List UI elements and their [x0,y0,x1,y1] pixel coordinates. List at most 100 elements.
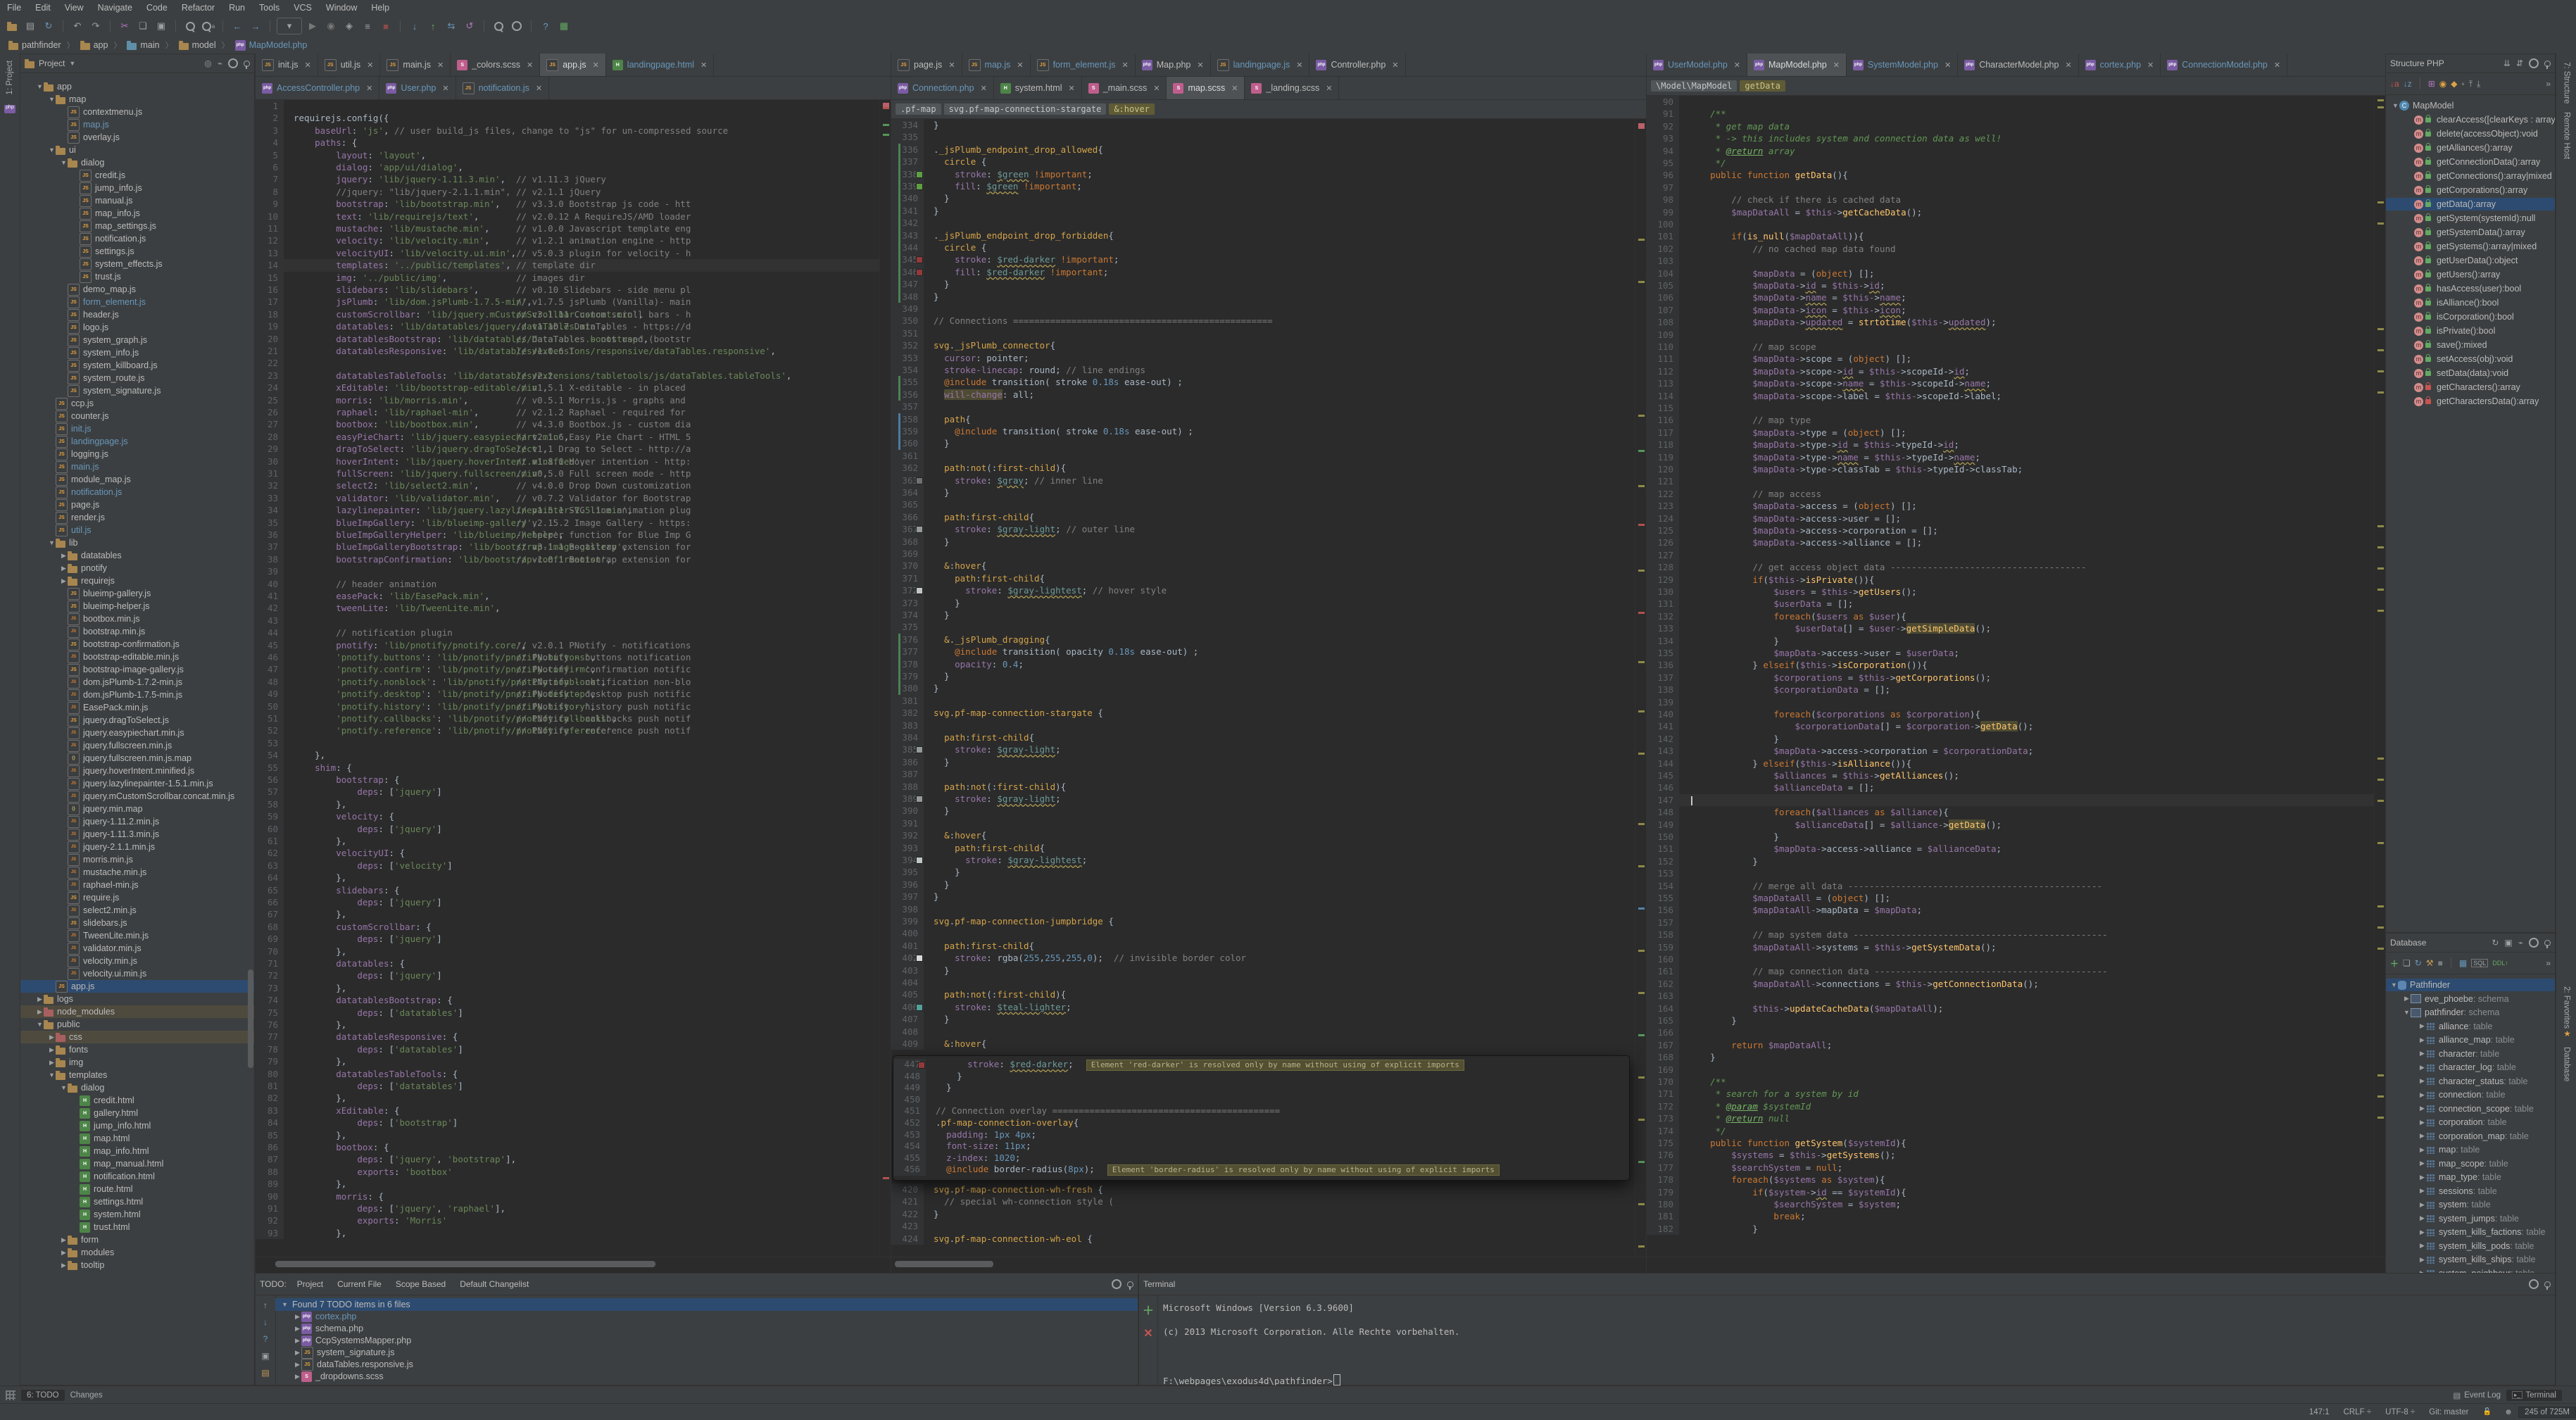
table-item[interactable]: ▶connection_scope: table [2386,1102,2555,1115]
toolwindow-button-6-todo[interactable]: 6: TODO [21,1390,65,1401]
tree-item[interactable]: ▶datatables [20,549,254,562]
tree-item[interactable]: JSsystem_killboard.js [20,359,254,372]
error-stripe[interactable] [879,100,891,1257]
console-icon[interactable]: ▣ [2504,938,2512,948]
tree-item[interactable]: JSjquery-2.1.1.min.js [20,841,254,853]
menu-refactor[interactable]: Refactor [175,3,222,13]
scrollbar-thumb[interactable] [895,1261,993,1267]
tree-item[interactable]: JSccp.js [20,397,254,410]
table-item[interactable]: ▶map_type: table [2386,1171,2555,1183]
breadcrumb-chip[interactable]: .pf-map [896,103,941,115]
table-item[interactable]: ▶character: table [2386,1048,2555,1060]
close-icon[interactable]: ✕ [437,61,444,70]
tab-_colors-scss[interactable]: S_colors.scss✕ [451,54,540,76]
tree-item[interactable]: JSutil.js [20,524,254,536]
menu-tools[interactable]: Tools [252,3,287,13]
close-icon[interactable]: ✕ [981,84,987,93]
tree-item[interactable]: ▼templates [20,1069,254,1081]
close-icon[interactable]: ✕ [1122,61,1129,70]
duplicate-icon[interactable]: ❏ [2403,958,2411,968]
tree-item[interactable]: JSEasePack.min.js [20,701,254,714]
horizontal-scrollbar[interactable] [891,1257,1647,1273]
table-item[interactable]: ▶corporation: table [2386,1116,2555,1129]
show-visibility-icon[interactable]: ◆ [2451,79,2457,89]
tree-arrow-icon[interactable]: ▶ [294,1313,301,1321]
run-config-icon[interactable]: ▾ [277,18,302,34]
tree-item[interactable]: JSform_element.js [20,296,254,308]
tree-arrow-icon[interactable]: ▼ [36,1021,44,1028]
tree-item[interactable]: JSmorris.min.js [20,853,254,866]
tab-page-js[interactable]: JSpage.js✕ [891,54,962,76]
tree-item[interactable]: ▼dialog [20,156,254,169]
schema-item[interactable]: ▶eve_phoebe: schema [2386,993,2555,1005]
tree-arrow-icon[interactable]: ▶ [2403,995,2411,1003]
close-icon[interactable]: ✕ [948,61,955,70]
tree-arrow-icon[interactable]: ▶ [2418,1132,2426,1140]
tree-arrow-icon[interactable]: ▼ [2390,981,2398,988]
gear-icon[interactable] [1112,1279,1121,1289]
breadcrumb-chip[interactable]: \Model\MapModel [1651,80,1737,92]
structure-item[interactable]: mgetSystems():array|mixed [2386,240,2555,253]
tree-item[interactable]: JSjump_info.js [20,182,254,194]
close-icon[interactable]: ✕ [700,61,707,70]
table-item[interactable]: ▶alliance_map: table [2386,1033,2555,1046]
next-icon[interactable]: ↓ [263,1317,268,1327]
inspection-profile-icon[interactable]: ☻ [2499,1408,2518,1416]
forward-icon[interactable]: → [248,18,263,34]
close-icon[interactable]: ✕ [366,84,372,93]
more-icon[interactable]: » [2546,79,2551,89]
table-item[interactable]: ▶map: table [2386,1143,2555,1156]
tree-arrow-icon[interactable]: ▶ [48,1033,56,1041]
tree-item[interactable]: Hcredit.html [20,1094,254,1107]
tree-item[interactable]: JSlogging.js [20,448,254,460]
menu-edit[interactable]: Edit [28,3,58,13]
tree-item[interactable]: Htrust.html [20,1221,254,1233]
tree-item[interactable]: JSraphael-min.js [20,879,254,891]
tree-item[interactable]: JSdom.jsPlumb-1.7.2-min.js [20,676,254,689]
memory-indicator[interactable]: 245 of 725M [2518,1407,2576,1418]
close-icon[interactable]: ✕ [2065,61,2071,70]
tree-arrow-icon[interactable]: ▶ [2418,1036,2426,1044]
tree-arrow-icon[interactable]: ▼ [2392,102,2399,109]
gear-icon[interactable] [2529,1279,2539,1289]
menu-vcs[interactable]: VCS [287,3,319,13]
menu-help[interactable]: Help [364,3,396,13]
tree-item[interactable]: JSbootstrap-editable.min.js [20,651,254,663]
project-dropdown-icon[interactable]: ▼ [69,60,75,67]
structure-item[interactable]: mhasAccess(user):bool [2386,282,2555,295]
gear-icon[interactable] [2529,938,2539,948]
tree-item[interactable]: JSsettings.js [20,245,254,258]
close-icon[interactable]: ✕ [2274,61,2280,70]
tree-arrow-icon[interactable]: ▼ [281,1301,289,1308]
close-icon[interactable]: ✕ [1326,84,1332,93]
inspection-lens-popup[interactable]: 447 stroke: $red-darker;Element 'red-dar… [893,1055,1630,1181]
tab-_main-scss[interactable]: S_main.scss✕ [1082,77,1167,99]
tree-arrow-icon[interactable]: ▶ [2418,1160,2426,1167]
tree-item[interactable]: ▼map [20,93,254,106]
structure-item[interactable]: msave():mixed [2386,339,2555,351]
close-icon[interactable]: ✕ [1068,84,1074,93]
tree-item[interactable]: JSbootbox.min.js [20,612,254,625]
menu-navigate[interactable]: Navigate [91,3,139,13]
close-icon[interactable]: ✕ [442,84,448,93]
tree-item[interactable]: JSsystem_route.js [20,372,254,384]
replace-icon[interactable]: a [201,18,216,34]
tree-arrow-icon[interactable]: ▶ [2418,1256,2426,1264]
toolwindow-button-terminal[interactable]: ▸_Terminal [2506,1390,2562,1401]
menu-file[interactable]: File [0,3,28,13]
group-icon[interactable]: ▣ [261,1351,269,1361]
tree-item[interactable]: JSselect2.min.js [20,904,254,917]
table-item[interactable]: ▶character_log: table [2386,1061,2555,1074]
tree-item[interactable]: JSmanual.js [20,194,254,207]
tree-arrow-icon[interactable]: ▼ [60,159,68,166]
structure-item[interactable]: misPrivate():bool [2386,325,2555,337]
breadcrumb-item[interactable]: app [77,40,111,50]
structure-item[interactable]: mgetConnections():array|mixed [2386,170,2555,182]
tree-item[interactable]: JSjquery-1.11.2.min.js [20,815,254,828]
tree-item[interactable]: Hmap.html [20,1132,254,1145]
close-icon[interactable]: ✕ [536,84,542,93]
autoscroll-source-icon[interactable]: ⇊ [2503,58,2511,68]
table-item[interactable]: ▶corporation_map: table [2386,1130,2555,1143]
tab-controller-php[interactable]: phpController.php✕ [1309,54,1405,76]
stop-icon[interactable]: ■ [378,18,394,34]
